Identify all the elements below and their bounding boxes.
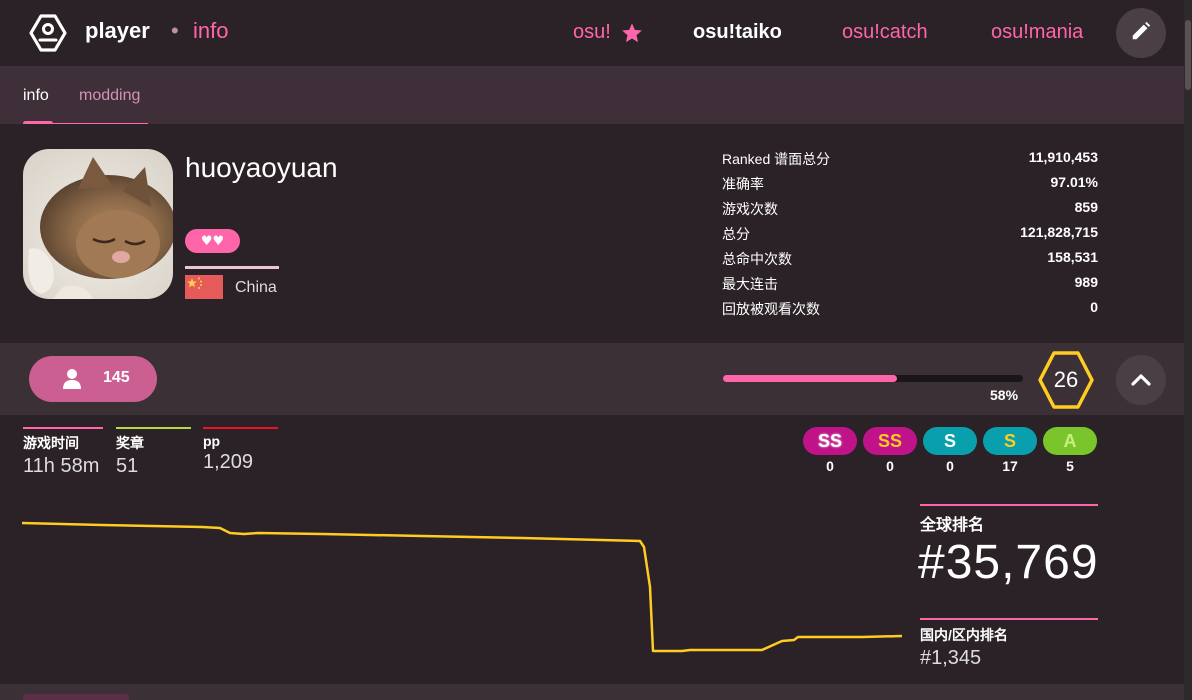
grade-ss: SS 0 [863, 427, 917, 474]
stat-label: 总命中次数 [722, 251, 792, 267]
level-progress-label: 58% [990, 387, 1019, 403]
flag-divider [185, 266, 279, 269]
stat-row-total-hits: 总命中次数 158,531 [722, 249, 1098, 274]
rank-section: 游戏时间 11h 58m 奖章 51 pp 1,209 SS 0 SS 0 S … [0, 415, 1184, 685]
grade-a-count: 5 [1066, 458, 1074, 474]
stat-value: 97.01% [1050, 174, 1098, 190]
header-brand: player [85, 18, 150, 43]
grade-a: A 5 [1043, 427, 1097, 474]
collapse-button[interactable] [1116, 355, 1166, 405]
stat-value: 0 [1090, 299, 1098, 315]
grade-sh-count: 0 [946, 458, 954, 474]
global-rank-divider [920, 504, 1098, 506]
profile-tabs: info modding [0, 66, 1184, 126]
stat-label: 最大连击 [722, 276, 778, 292]
grade-s-count: 17 [1002, 458, 1018, 474]
grade-ssh: SS 0 [803, 427, 857, 474]
medals-label: 奖章 [116, 435, 144, 451]
play-time-stat: 游戏时间 11h 58m [23, 427, 103, 478]
profile-section: huoyaoyuan ♥♥ China Ranked 谱面总分 11,910,45… [0, 124, 1184, 343]
level-number: 26 [1053, 367, 1079, 392]
edit-profile-button[interactable] [1116, 8, 1166, 58]
mode-taiko[interactable]: osu!taiko [693, 21, 782, 44]
stat-value: 121,828,715 [1020, 224, 1098, 240]
stat-value: 859 [1074, 199, 1098, 215]
supporter-badge[interactable]: ♥♥ [185, 229, 240, 253]
username: huoyaoyuan [185, 152, 338, 183]
stat-row-max-combo: 最大连击 989 [722, 274, 1098, 299]
china-flag-icon[interactable] [185, 275, 223, 299]
grade-s-badge: S [983, 427, 1037, 455]
grade-ss-badge: SS [863, 427, 917, 455]
pp-label: pp [203, 433, 221, 449]
mode-osu[interactable]: osu! [573, 21, 611, 44]
user-icon[interactable] [28, 13, 68, 53]
medals-bar [116, 427, 191, 429]
play-time-value: 11h 58m [23, 455, 100, 477]
bottom-banner-thumb[interactable] [23, 694, 129, 700]
country-rank-divider [920, 618, 1098, 620]
stat-label: 回放被观看次数 [722, 301, 820, 317]
header: player • info osu! osu!taiko osu!catch o… [0, 0, 1184, 66]
mode-catch[interactable]: osu!catch [842, 21, 928, 44]
rank-history-line [22, 521, 902, 653]
grade-s: S 17 [983, 427, 1037, 474]
stats-table: Ranked 谱面总分 11,910,453 准确率 97.01% 游戏次数 859 … [722, 149, 1098, 324]
stat-row-accuracy: 准确率 97.01% [722, 174, 1098, 199]
default-mode-star-icon [621, 22, 643, 44]
play-time-bar [23, 427, 103, 429]
level-progress-fill [723, 375, 897, 382]
chevron-up-icon [1131, 371, 1151, 390]
grade-sh-badge: S [923, 427, 977, 455]
bottom-section [0, 684, 1184, 700]
country-name[interactable]: China [235, 279, 277, 297]
level-bar: 145 58% 26 [0, 343, 1184, 415]
header-section: info [193, 18, 229, 43]
avatar[interactable] [23, 149, 173, 299]
stat-label: 总分 [722, 226, 750, 242]
pp-stat: pp 1,209 [203, 427, 278, 474]
level-progress-bar [723, 375, 1023, 382]
stat-row-play-count: 游戏次数 859 [722, 199, 1098, 224]
pencil-icon [1130, 20, 1152, 46]
friends-button[interactable]: 145 [29, 356, 157, 402]
stat-value: 11,910,453 [1028, 149, 1098, 165]
stat-value: 158,531 [1047, 249, 1098, 265]
stat-label: Ranked 谱面总分 [722, 151, 831, 167]
tab-modding[interactable]: modding [79, 87, 140, 105]
mode-mania[interactable]: osu!mania [991, 21, 1083, 44]
friends-count: 145 [103, 369, 130, 386]
medals-stat: 奖章 51 [116, 427, 191, 478]
country-rank-label: 国内/区内排名 [920, 627, 1008, 643]
rank-history-graph[interactable] [22, 507, 902, 667]
stat-row-total-score: 总分 121,828,715 [722, 224, 1098, 249]
stat-label: 准确率 [722, 176, 764, 192]
tab-info[interactable]: info [23, 87, 49, 105]
heart-icon: ♥♥ [200, 233, 225, 249]
friend-user-icon [62, 368, 82, 390]
pp-value: 1,209 [203, 451, 254, 473]
play-time-label: 游戏时间 [23, 435, 79, 451]
page-scrollbar[interactable] [1184, 0, 1192, 700]
pp-bar [203, 427, 278, 429]
grade-ssh-count: 0 [826, 458, 834, 474]
stat-row-replays-watched: 回放被观看次数 0 [722, 299, 1098, 324]
global-rank-label: 全球排名 [920, 517, 985, 534]
stat-value: 989 [1074, 274, 1098, 290]
global-rank-value: #35,769 [918, 536, 1099, 589]
medals-value: 51 [116, 455, 139, 477]
country-rank-value: #1,345 [920, 647, 982, 669]
stat-row-ranked-score: Ranked 谱面总分 11,910,453 [722, 149, 1098, 174]
grade-ss-count: 0 [886, 458, 894, 474]
grade-sh: S 0 [923, 427, 977, 474]
grade-ssh-badge: SS [803, 427, 857, 455]
stat-label: 游戏次数 [722, 201, 778, 217]
scrollbar-thumb[interactable] [1185, 20, 1191, 90]
header-separator: • [171, 18, 179, 43]
grade-a-badge: A [1043, 427, 1097, 455]
